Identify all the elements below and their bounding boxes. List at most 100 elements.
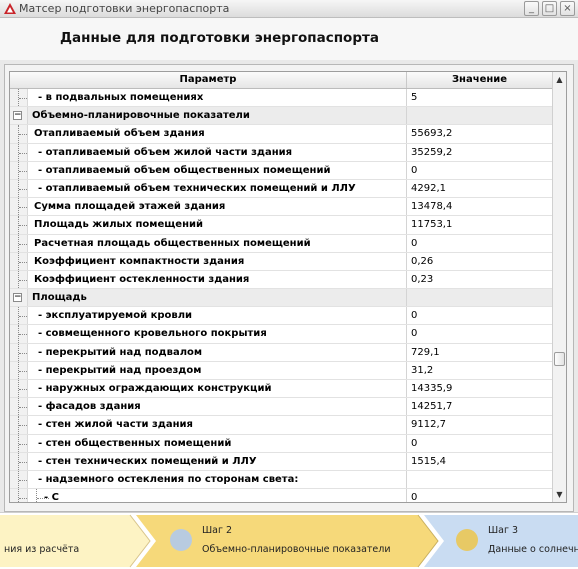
value-cell[interactable]: 9112,7 [407,416,552,433]
wizard-step-1[interactable]: ния из расчёта [0,515,130,563]
param-cell: - наружных ограждающих конструкций [10,380,407,398]
table-row[interactable]: - перекрытий над проездом 31,2 [10,361,552,380]
value-cell[interactable]: 0 [407,235,552,252]
param-label: - отапливаемый объем жилой части здания [38,146,293,158]
value-cell[interactable]: 55693,2 [407,125,552,142]
value-cell[interactable]: 31,2 [407,362,552,379]
table-row[interactable]: - отапливаемый объем общественных помеще… [10,161,552,180]
step-3-number: Шаг 3 [488,525,519,536]
value-cell[interactable]: 0,26 [407,253,552,270]
vertical-scrollbar[interactable]: ▲ ▼ [552,72,566,502]
table-row[interactable]: - фасадов здания 14251,7 [10,398,552,417]
value-cell[interactable]: 5 [407,89,552,106]
table-row[interactable]: Площадь жилых помещений 11753,1 [10,216,552,235]
value-cell[interactable]: 13478,4 [407,198,552,215]
table-row[interactable]: - отапливаемый объем технических помещен… [10,179,552,199]
step-3-text: Данные о солнечно [488,544,578,555]
collapse-icon[interactable]: − [13,293,22,303]
param-cell: − Объемно-планировочные показатели [10,107,407,125]
table-row[interactable]: - в подвальных помещениях 5 [10,89,552,108]
group-row[interactable]: − Объемно-планировочные показатели [10,107,552,126]
table-row[interactable]: Расчетная площадь общественных помещений… [10,234,552,253]
tree-gutter [10,307,28,325]
step-3-circle-icon [456,529,478,551]
minimize-button[interactable]: _ [524,1,539,16]
param-cell: Отапливаемый объем здания [10,125,407,143]
param-label: - стен жилой части здания [38,419,193,431]
value-cell[interactable]: 0 [407,435,552,452]
value-cell[interactable]: 11753,1 [407,216,552,233]
tree-branch [19,352,27,354]
tree-branch [19,188,27,190]
param-cell: - эксплуатируемой кровли [10,307,407,325]
table-row[interactable]: - перекрытий над подвалом 729,1 [10,343,552,362]
param-label: - перекрытий над подвалом [38,346,203,358]
wizard-step-2[interactable]: Шаг 2 Объемно-планировочные показатели [156,515,418,563]
param-label: - наружных ограждающих конструкций [38,383,272,394]
tree-gutter: − [10,289,28,307]
param-cell: Расчетная площадь общественных помещений [10,234,407,252]
table-row[interactable]: - эксплуатируемой кровли 0 [10,307,552,326]
step-2-number: Шаг 2 [202,525,233,536]
value-cell[interactable]: 0 [407,307,552,324]
tree-gutter [10,361,28,379]
scroll-up-arrow-icon[interactable]: ▲ [554,74,565,85]
value-cell[interactable]: 0 [407,162,552,179]
param-label: - отапливаемый объем технических помещен… [38,182,356,194]
table-row[interactable]: - стен технических помещений и ЛЛУ 1515,4 [10,452,552,471]
param-cell: - надземного остекления по сторонам свет… [10,470,407,489]
wizard-step-3[interactable]: Шаг 3 Данные о солнечно [444,515,578,563]
value-cell[interactable]: 0,23 [407,271,552,288]
value-cell[interactable]: 4292,1 [407,180,552,197]
param-label: - стен технических помещений и ЛЛУ [38,455,257,467]
value-cell[interactable]: 14335,9 [407,380,552,397]
value-cell[interactable]: 14251,7 [407,398,552,415]
table-row[interactable]: Отапливаемый объем здания 55693,2 [10,125,552,144]
table-row[interactable]: - стен общественных помещений 0 [10,434,552,453]
column-header-param[interactable]: Параметр [10,72,407,88]
tree-gutter [10,216,28,234]
window-title: Матсер подготовки энергопаспорта [19,2,230,15]
param-label: - надземного остекления по сторонам свет… [38,473,299,485]
value-cell[interactable]: 1515,4 [407,453,552,470]
param-cell: Коэффициент остекленности здания [10,270,407,289]
step-2-circle-icon [170,529,192,551]
maximize-button[interactable]: □ [542,1,557,16]
table-row[interactable]: Коэффициент остекленности здания 0,23 [10,270,552,290]
close-button[interactable]: × [560,1,575,16]
param-label: - С [44,492,59,503]
tree-gutter [10,198,28,216]
scroll-down-arrow-icon[interactable]: ▼ [554,489,565,500]
group-row[interactable]: − Площадь [10,289,552,308]
tree-gutter [10,89,28,107]
param-cell: - С [10,489,407,503]
tree-line [18,489,19,502]
param-cell: - перекрытий над проездом [10,361,407,379]
tree-gutter [10,161,28,179]
app-logo-icon [4,3,16,14]
value-cell[interactable]: 0 [407,489,552,502]
table-row[interactable]: - совмещенного кровельного покрытия 0 [10,325,552,344]
table-row[interactable]: - наружных ограждающих конструкций 14335,… [10,380,552,399]
tree-branch [19,134,27,136]
table-row[interactable]: - С 0 [10,489,552,503]
scroll-thumb[interactable] [554,352,565,366]
table-row[interactable]: Сумма площадей этажей здания 13478,4 [10,198,552,217]
value-cell[interactable] [407,471,552,488]
tree-branch [19,407,27,409]
value-cell[interactable]: 729,1 [407,344,552,361]
column-header-value[interactable]: Значение [407,72,552,88]
step-2-text: Объемно-планировочные показатели [202,544,391,555]
param-cell: - стен технических помещений и ЛЛУ [10,452,407,470]
value-cell[interactable]: 35259,2 [407,144,552,161]
tree-gutter: − [10,107,28,125]
value-cell[interactable]: 0 [407,325,552,342]
collapse-icon[interactable]: − [13,111,22,121]
table-row[interactable]: - стен жилой части здания 9112,7 [10,416,552,435]
tree-branch [19,479,27,481]
table-row[interactable]: - надземного остекления по сторонам свет… [10,470,552,490]
table-row[interactable]: Коэффициент компактности здания 0,26 [10,252,552,271]
param-label: - перекрытий над проездом [38,364,202,376]
param-label: - совмещенного кровельного покрытия [38,328,267,340]
table-row[interactable]: - отапливаемый объем жилой части здания 3… [10,143,552,162]
